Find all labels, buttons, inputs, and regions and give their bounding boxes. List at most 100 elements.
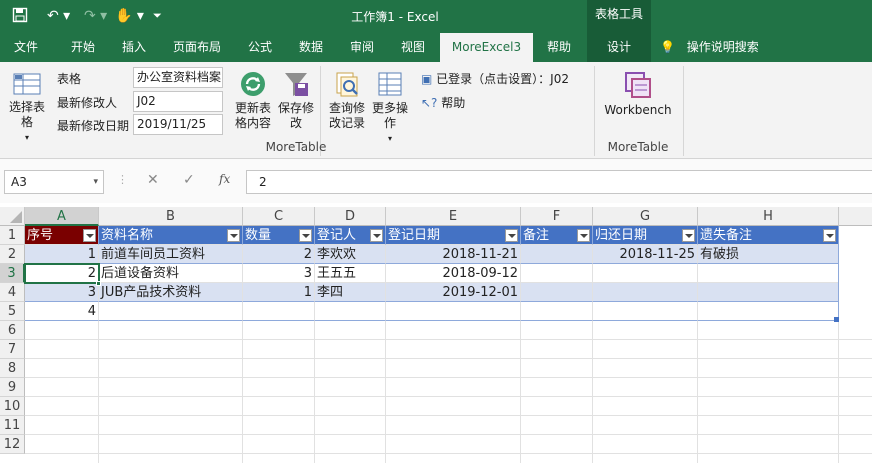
save-changes-button[interactable]: 保存修改	[278, 70, 314, 131]
column-header-c[interactable]: C	[243, 207, 315, 226]
row-header-12[interactable]: 12	[0, 435, 25, 454]
row-header-10[interactable]: 10	[0, 397, 25, 416]
filter-dropdown-icon[interactable]	[577, 229, 590, 242]
table-cell[interactable]: 王五五	[315, 264, 386, 283]
tab-data[interactable]: 数据	[291, 33, 331, 62]
table-cell[interactable]	[521, 302, 593, 321]
table-cell[interactable]: 前道车间员工资料	[99, 245, 243, 264]
table-cell[interactable]: 1	[25, 245, 99, 264]
column-header-f[interactable]: F	[521, 207, 593, 226]
table-cell[interactable]	[99, 302, 243, 321]
login-status-button[interactable]: ▣ 已登录（点击设置）：J02	[421, 70, 569, 87]
table-cell[interactable]: 李欢欢	[315, 245, 386, 264]
table-cell[interactable]: 后道设备资料	[99, 264, 243, 283]
ribbon-help-button[interactable]: ↖? 帮助	[421, 94, 465, 111]
table-cell[interactable]: 2	[243, 245, 315, 264]
tab-page-layout[interactable]: 页面布局	[165, 33, 229, 62]
tab-formulas[interactable]: 公式	[240, 33, 280, 62]
table-cell[interactable]	[521, 283, 593, 302]
tab-design[interactable]: 设计	[587, 33, 651, 62]
filter-dropdown-icon[interactable]	[370, 229, 383, 242]
column-header-b[interactable]: B	[99, 207, 243, 226]
column-header-h[interactable]: H	[698, 207, 839, 226]
table-cell[interactable]: 2019-12-01	[386, 283, 521, 302]
cancel-icon[interactable]: ✕	[147, 172, 159, 188]
table-cell[interactable]	[698, 283, 839, 302]
table-header-cell[interactable]: 遗失备注	[698, 226, 839, 245]
row-header-1[interactable]: 1	[0, 226, 25, 245]
table-header-cell[interactable]: 资料名称	[99, 226, 243, 245]
table-resize-handle[interactable]	[834, 317, 839, 322]
table-cell[interactable]: 有破损	[698, 245, 839, 264]
row-header-9[interactable]: 9	[0, 378, 25, 397]
table-cell[interactable]	[593, 264, 698, 283]
tab-view[interactable]: 视图	[393, 33, 433, 62]
table-cell[interactable]: 1	[243, 283, 315, 302]
select-table-button[interactable]: 选择表格 ▾	[6, 72, 48, 145]
more-actions-button[interactable]: 更多操作 ▾	[370, 70, 410, 146]
table-cell[interactable]	[593, 283, 698, 302]
row-header-2[interactable]: 2	[0, 245, 25, 264]
table-header-cell[interactable]: 序号	[25, 226, 99, 245]
table-name-field[interactable]: 办公室资料档案	[133, 67, 223, 88]
filter-dropdown-icon[interactable]	[83, 229, 96, 242]
modified-date-field[interactable]: 2019/11/25	[133, 114, 223, 135]
row-header-5[interactable]: 5	[0, 302, 25, 321]
modifier-field[interactable]: J02	[133, 91, 223, 112]
select-all-corner[interactable]	[0, 207, 25, 226]
tab-home[interactable]: 开始	[62, 33, 104, 62]
row-header-3[interactable]: 3	[0, 264, 25, 283]
formula-input[interactable]: 2	[246, 170, 872, 194]
row-header-8[interactable]: 8	[0, 359, 25, 378]
table-cell[interactable]	[698, 264, 839, 283]
filter-dropdown-icon[interactable]	[823, 229, 836, 242]
workbench-button[interactable]: Workbench	[600, 70, 676, 118]
update-table-button[interactable]: 更新表格内容	[232, 70, 274, 131]
table-cell[interactable]	[593, 302, 698, 321]
table-cell[interactable]: 2018-09-12	[386, 264, 521, 283]
table-cell[interactable]: 4	[25, 302, 99, 321]
table-header-cell[interactable]: 登记人	[315, 226, 386, 245]
table-cell[interactable]: 李四	[315, 283, 386, 302]
tab-help[interactable]: 帮助	[538, 33, 580, 62]
tab-moreexcel3[interactable]: MoreExcel3	[440, 33, 533, 62]
table-cell[interactable]	[698, 302, 839, 321]
column-header-e[interactable]: E	[386, 207, 521, 226]
row-header-4[interactable]: 4	[0, 283, 25, 302]
filter-dropdown-icon[interactable]	[682, 229, 695, 242]
table-cell[interactable]	[243, 302, 315, 321]
insert-function-icon[interactable]: fx	[219, 172, 230, 186]
table-header-cell[interactable]: 数量	[243, 226, 315, 245]
table-cell[interactable]	[315, 302, 386, 321]
fill-handle[interactable]	[96, 281, 101, 286]
query-records-button[interactable]: 查询修改记录	[326, 70, 368, 131]
table-cell[interactable]: 3	[25, 283, 99, 302]
tab-insert[interactable]: 插入	[113, 33, 155, 62]
table-cell[interactable]: 3	[243, 264, 315, 283]
tab-file[interactable]: 文件	[6, 33, 46, 62]
tell-me-search[interactable]: 💡 操作说明搜索	[660, 33, 770, 62]
tab-review[interactable]: 审阅	[342, 33, 382, 62]
column-header-i[interactable]	[839, 207, 872, 226]
table-cell[interactable]	[521, 264, 593, 283]
row-header-7[interactable]: 7	[0, 340, 25, 359]
table-header-cell[interactable]: 归还日期	[593, 226, 698, 245]
row-header-6[interactable]: 6	[0, 321, 25, 340]
column-header-a[interactable]: A	[25, 207, 99, 226]
filter-dropdown-icon[interactable]	[299, 229, 312, 242]
table-cell[interactable]: JUB产品技术资料	[99, 283, 243, 302]
filter-dropdown-icon[interactable]	[227, 229, 240, 242]
row-header-11[interactable]: 11	[0, 416, 25, 435]
enter-icon[interactable]: ✓	[183, 172, 195, 188]
column-header-g[interactable]: G	[593, 207, 698, 226]
table-cell[interactable]: 2018-11-25	[593, 245, 698, 264]
table-cell[interactable]	[386, 302, 521, 321]
name-box[interactable]: A3 ▾	[4, 170, 104, 194]
table-cell[interactable]: 2018-11-21	[386, 245, 521, 264]
name-box-dropdown-icon[interactable]: ▾	[93, 171, 98, 193]
column-header-d[interactable]: D	[315, 207, 386, 226]
table-cell[interactable]	[521, 245, 593, 264]
table-header-cell[interactable]: 备注	[521, 226, 593, 245]
table-header-cell[interactable]: 登记日期	[386, 226, 521, 245]
filter-dropdown-icon[interactable]	[505, 229, 518, 242]
